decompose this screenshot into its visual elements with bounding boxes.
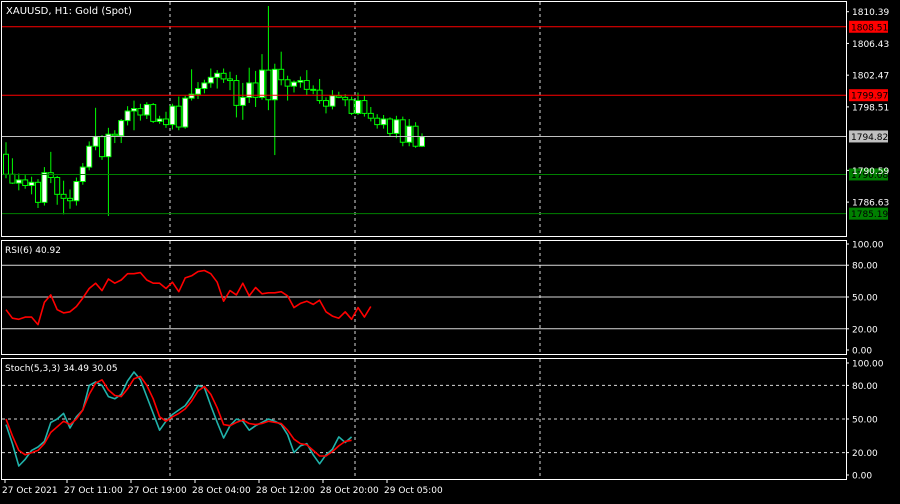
osc-tick-label: 50.00: [852, 294, 878, 304]
osc-tick-label: 50.00: [852, 416, 878, 426]
candle-body: [124, 110, 131, 122]
candle-body: [73, 181, 80, 202]
osc-tick-label: 100.00: [852, 241, 884, 251]
candle-body: [111, 133, 118, 137]
candle-body: [41, 172, 48, 203]
price-candles: [3, 6, 425, 216]
osc-tick-label: 80.00: [852, 382, 878, 392]
candle-body: [399, 119, 406, 143]
candle-body: [367, 112, 374, 119]
candle-body: [239, 96, 246, 106]
candle-body: [131, 108, 137, 112]
candle-body: [105, 133, 112, 158]
candle-body: [291, 81, 297, 87]
rsi-label: RSI(6) 40.92: [5, 246, 61, 256]
osc-series-line: [5, 375, 352, 457]
candle-body: [163, 118, 169, 126]
candle-body: [419, 136, 425, 147]
candle-body: [28, 181, 35, 187]
price-level-label: 1785.19: [851, 210, 888, 220]
price-tick-label: 1802.47: [852, 72, 889, 82]
candle-body: [214, 72, 221, 78]
candle-body: [310, 88, 317, 91]
x-axis: 27 Oct 2021 27 Oct 11:00 27 Oct 19:00 28 Oc…: [2, 479, 443, 496]
candle-body: [303, 80, 310, 90]
candle-body: [406, 125, 413, 143]
osc-tick-label: 20.00: [852, 449, 878, 459]
candle-body: [259, 69, 265, 98]
candle-body: [35, 181, 41, 203]
candle-body: [92, 136, 99, 147]
candle-body: [374, 117, 381, 126]
candle-body: [342, 96, 349, 101]
candle-body: [137, 108, 144, 116]
price-tick-label: 1810.39: [852, 8, 889, 18]
x-tick-label: 27 Oct 2021: [2, 486, 58, 496]
osc-series-line: [5, 269, 372, 326]
osc-tick-label: 80.00: [852, 262, 878, 272]
candle-body: [297, 80, 304, 83]
candle-body: [387, 118, 393, 134]
candle-body: [393, 119, 400, 134]
price-tick-label: 1786.63: [852, 199, 889, 209]
candle-body: [169, 105, 176, 126]
candle-body: [284, 79, 291, 87]
candle-body: [195, 88, 201, 95]
osc-tick-label: 0.00: [852, 472, 872, 482]
candle-body: [278, 68, 285, 81]
candle-body: [355, 100, 361, 114]
candle-body: [67, 197, 73, 202]
candle-body: [9, 173, 16, 184]
candle-body: [227, 78, 233, 82]
candle-body: [143, 104, 150, 116]
price-level-label: 1808.51: [851, 23, 888, 33]
chart-window[interactable]: 1808.51 1799.97 1794.82 1790.08 1785.19 1810.…: [0, 0, 900, 500]
candle-body: [86, 145, 93, 168]
candle-body: [335, 95, 342, 98]
osc-tick-label: 20.00: [852, 325, 878, 335]
candle-body: [22, 179, 29, 187]
y-axes: 1808.511799.971794.821790.081785.191810.…: [846, 8, 889, 482]
price-tick-label: 1798.51: [852, 103, 889, 113]
price-level-label: 1799.97: [851, 92, 888, 102]
x-tick-label: 28 Oct 20:00: [320, 486, 379, 496]
chart-title: XAUUSD, H1: Gold (Spot): [6, 6, 132, 17]
candle-body: [118, 120, 125, 137]
candle-body: [361, 100, 368, 114]
x-tick-label: 28 Oct 04:00: [192, 486, 251, 496]
chart-svg[interactable]: 1808.511799.971794.821790.081785.191810.…: [0, 0, 900, 500]
candle-body: [54, 177, 61, 195]
candle-body: [99, 136, 105, 158]
candle-body: [329, 95, 336, 107]
candle-body: [380, 118, 387, 126]
candle-body: [15, 179, 22, 184]
price-tick-label: 1790.59: [852, 167, 889, 177]
stoch-label: Stoch(5,3,3) 34.49 30.05: [5, 364, 118, 374]
candle-body: [323, 100, 329, 107]
price-level-label: 1794.82: [851, 133, 888, 143]
x-tick-label: 27 Oct 19:00: [128, 486, 187, 496]
candle-body: [220, 72, 227, 80]
osc-tick-label: 0.00: [852, 347, 872, 357]
osc-tick-label: 100.00: [852, 360, 884, 370]
price-tick-label: 1806.43: [852, 40, 889, 50]
candle-body: [3, 153, 9, 175]
candle-body: [182, 97, 189, 128]
x-tick-label: 29 Oct 05:00: [384, 486, 443, 496]
candle-body: [233, 80, 240, 106]
x-tick-label: 28 Oct 12:00: [256, 486, 315, 496]
candle-body: [207, 76, 214, 84]
candle-body: [201, 82, 208, 90]
x-tick-label: 27 Oct 11:00: [64, 486, 123, 496]
candle-body: [150, 104, 157, 122]
rsi-series: [5, 269, 372, 326]
candle-body: [156, 118, 163, 122]
candle-body: [348, 99, 355, 114]
candle-body: [60, 193, 67, 199]
candle-body: [47, 172, 54, 179]
candle-body: [175, 105, 182, 128]
